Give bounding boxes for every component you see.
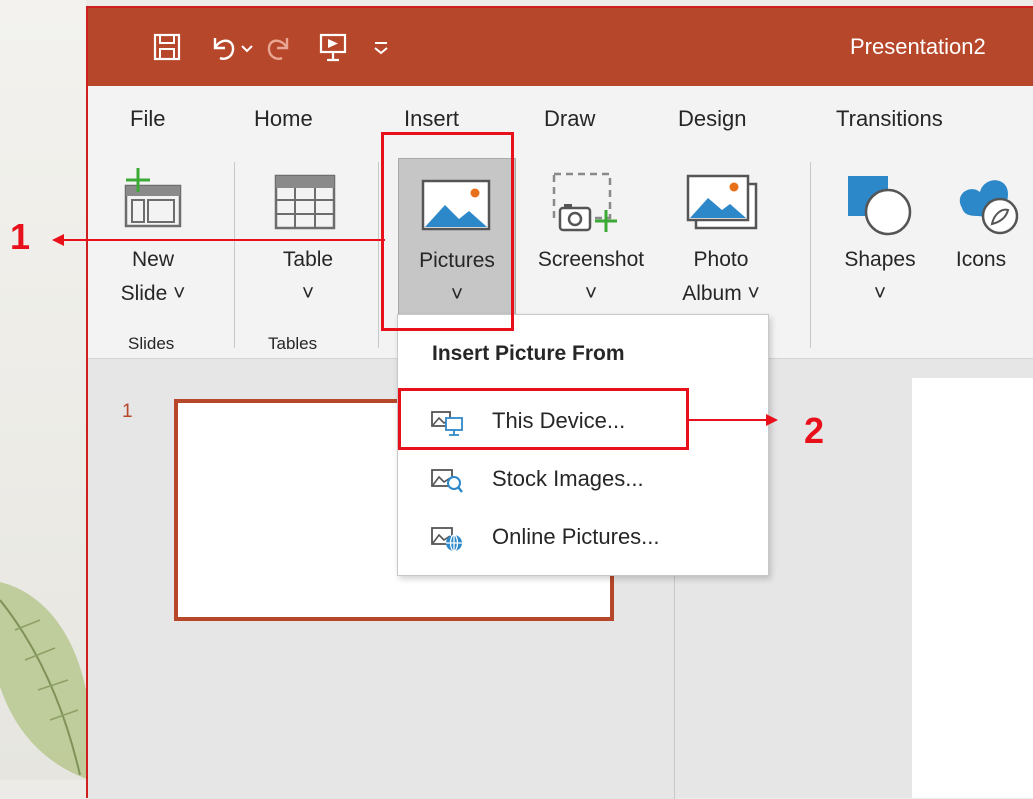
- shapes-button[interactable]: Shapes ˅: [830, 158, 930, 318]
- icons-icon: [959, 180, 1019, 235]
- group-label-slides: Slides: [128, 334, 175, 353]
- photo-album-button[interactable]: Photo Album ˅: [666, 158, 776, 318]
- new-slide-label-2: Slide ˅: [120, 282, 186, 305]
- tab-design[interactable]: Design: [678, 106, 746, 132]
- tab-home[interactable]: Home: [254, 106, 313, 132]
- photo-album-icon: [686, 174, 758, 230]
- photo-album-label-2: Album ˅: [682, 282, 760, 305]
- customize-toolbar-icon[interactable]: [370, 30, 392, 64]
- highlight-box-pictures: [381, 132, 514, 331]
- menu-item-label: Stock Images...: [492, 466, 644, 491]
- group-divider: [234, 162, 235, 348]
- callout-step-2: 2: [804, 410, 825, 451]
- screenshot-label: Screenshot: [537, 248, 645, 271]
- highlight-box-this-device: [398, 388, 689, 450]
- icons-label: Icons: [955, 248, 1007, 271]
- table-chevron-icon: ˅: [301, 282, 315, 305]
- picture-search-icon: [431, 469, 463, 493]
- menu-item-label: Online Pictures...: [492, 524, 660, 549]
- start-slideshow-icon[interactable]: [316, 30, 350, 64]
- menu-item-online-pictures[interactable]: Online Pictures...: [398, 510, 768, 568]
- dropdown-header: Insert Picture From: [432, 342, 625, 365]
- ribbon-tab-bar: File Home Insert Draw Design Transitions: [88, 86, 1033, 154]
- photo-album-label-1: Photo: [693, 248, 749, 271]
- shapes-chevron-icon: ˅: [873, 282, 887, 305]
- tab-file[interactable]: File: [130, 106, 165, 132]
- shapes-label: Shapes: [844, 248, 916, 271]
- title-bar: Presentation2: [88, 8, 1033, 86]
- slide-editing-canvas[interactable]: [912, 378, 1033, 798]
- tab-draw[interactable]: Draw: [544, 106, 595, 132]
- document-title: Presentation2: [850, 34, 986, 59]
- picture-globe-icon: [431, 527, 462, 552]
- arrow-step-1: [52, 234, 385, 246]
- tab-insert[interactable]: Insert: [404, 106, 459, 132]
- callout-step-1: 1: [10, 216, 31, 257]
- group-divider: [810, 162, 811, 348]
- screenshot-icon: [552, 172, 617, 232]
- save-icon[interactable]: [150, 30, 184, 64]
- new-slide-icon: [124, 168, 182, 228]
- screenshot-button[interactable]: Screenshot ˅: [516, 158, 666, 318]
- tab-transitions[interactable]: Transitions: [836, 106, 943, 132]
- undo-dropdown-chevron-icon[interactable]: [238, 30, 256, 64]
- arrow-step-2: [688, 414, 778, 426]
- group-label-tables: Tables: [268, 334, 318, 353]
- shapes-icon: [848, 176, 912, 236]
- menu-item-stock-images[interactable]: Stock Images...: [398, 452, 768, 510]
- redo-icon[interactable]: [262, 30, 296, 64]
- table-label: Table: [282, 248, 334, 271]
- group-divider: [378, 162, 379, 348]
- slide-number: 1: [122, 401, 133, 422]
- icons-button[interactable]: Icons: [934, 158, 1028, 318]
- table-icon: [274, 174, 336, 230]
- new-slide-label-1: New: [131, 248, 174, 271]
- screenshot-chevron-icon: ˅: [584, 282, 598, 305]
- undo-icon[interactable]: [206, 30, 240, 64]
